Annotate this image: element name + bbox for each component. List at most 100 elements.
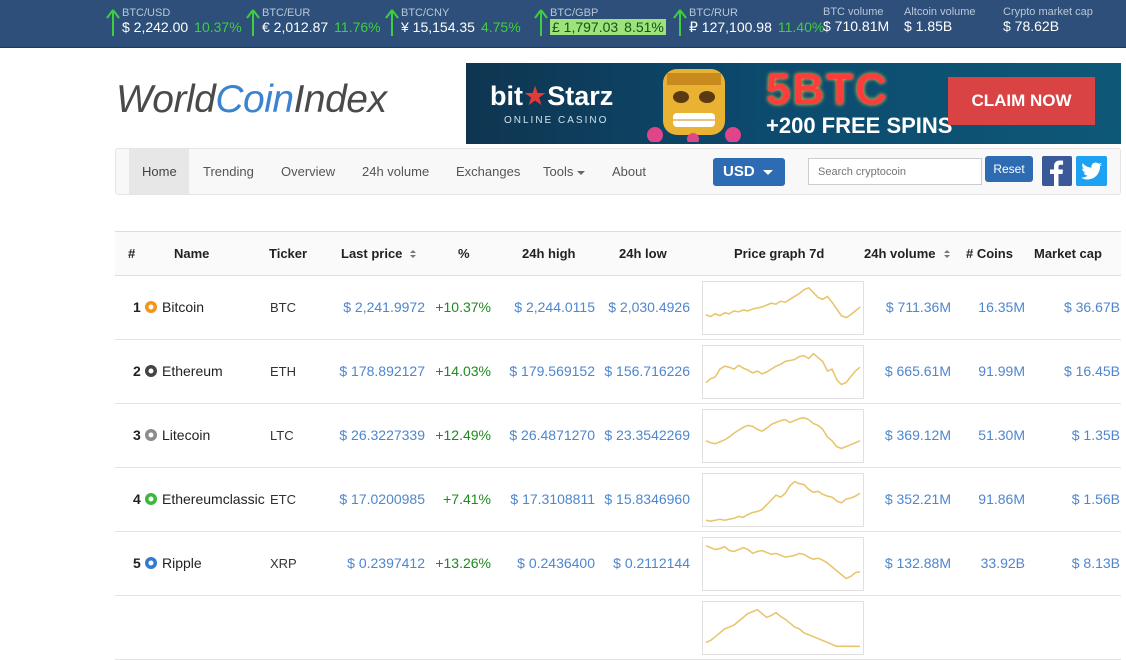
banner-brand-b: Starz <box>547 81 614 111</box>
price-sparkline[interactable] <box>702 409 864 463</box>
arrow-up-icon <box>246 9 260 36</box>
nav-trending[interactable]: Trending <box>203 149 254 194</box>
table-header: # Name Ticker Last price % 24h high 24h … <box>115 231 1121 276</box>
price-sparkline[interactable] <box>702 345 864 399</box>
cell-24h-low <box>590 596 690 659</box>
cell-name[interactable]: Ethereum <box>162 340 223 403</box>
bitcoin-icon <box>145 301 157 313</box>
ad-banner[interactable]: bit★Starz ONLINE CASINO 5BTC +200 FREE S… <box>466 63 1121 144</box>
cell-name[interactable]: Bitcoin <box>162 276 204 339</box>
ticker-label: BTC/CNY <box>401 7 450 19</box>
cell-24h-low: $ 0.2112144 <box>613 555 690 571</box>
search-input[interactable] <box>808 158 982 185</box>
sort-icon[interactable] <box>410 250 417 259</box>
cell-24h-low: $ 2,030.4926 <box>608 299 690 315</box>
ethereumclassic-icon <box>145 493 157 505</box>
th-24h-volume-label: 24h volume <box>864 246 936 261</box>
facebook-icon[interactable] <box>1042 156 1072 186</box>
banner-sub: ONLINE CASINO <box>504 115 609 126</box>
ticker-label: BTC/RUR <box>689 7 738 19</box>
cell-rank: 1 <box>133 299 141 315</box>
cell-rank: 2 <box>133 363 141 379</box>
cell-name[interactable]: Ripple <box>162 532 202 595</box>
th-coins[interactable]: # Coins <box>966 232 1013 276</box>
stat-label: BTC volume <box>823 6 884 18</box>
sort-icon[interactable] <box>943 250 950 259</box>
table-row[interactable]: 4 Ethereumclassic ETC $ 17.0200985 +7.41% $ 1… <box>115 468 1121 532</box>
cell-market-cap: $ 8.13B <box>1071 555 1120 571</box>
price-sparkline[interactable] <box>702 537 864 591</box>
reset-button[interactable]: Reset <box>985 156 1033 182</box>
th-ticker[interactable]: Ticker <box>269 232 307 276</box>
th-24h-volume[interactable]: 24h volume <box>864 232 950 276</box>
cell-coins: 91.99M <box>978 363 1025 379</box>
cell-last-price <box>325 596 425 659</box>
cell-24h-high: $ 0.2436400 <box>517 555 595 571</box>
cell-percent: +13.26% <box>435 555 491 571</box>
banner-offer-spins: +200 FREE SPINS <box>766 113 953 138</box>
tiki-mask-icon <box>647 69 741 142</box>
litecoin-icon <box>145 429 157 441</box>
nav-tools[interactable]: Tools <box>543 149 586 194</box>
ticker-label: BTC/USD <box>122 7 171 19</box>
cell-last-price: $ 26.3227339 <box>339 427 425 443</box>
cell-coins: 16.35M <box>978 299 1025 315</box>
ticker-bar: BTC/USD $ 2,242.00 10.37% BTC/EUR € 2,012… <box>0 0 1126 48</box>
nav-exchanges[interactable]: Exchanges <box>456 149 520 194</box>
sparkline-path <box>705 286 861 319</box>
claim-now-button[interactable]: CLAIM NOW <box>948 77 1095 125</box>
th-name[interactable]: Name <box>174 232 209 276</box>
table-row[interactable]: 3 Litecoin LTC $ 26.3227339 +12.49% $ 26.4871… <box>115 404 1121 468</box>
th-24h-low[interactable]: 24h low <box>619 232 667 276</box>
currency-label: USD <box>723 163 755 180</box>
price-sparkline[interactable] <box>702 473 864 527</box>
nav-24h-volume[interactable]: 24h volume <box>362 149 429 194</box>
th-last-price[interactable]: Last price <box>341 232 417 276</box>
logo-part-index: Index <box>293 78 387 121</box>
th-rank[interactable]: # <box>128 232 135 276</box>
cell-last-price: $ 17.0200985 <box>339 491 425 507</box>
site-logo[interactable]: WorldCoinIndex <box>116 78 387 122</box>
ticker-pct: 11.76% <box>334 19 381 35</box>
ticker-value: ₽ 127,100.98 <box>689 19 772 35</box>
cell-last-price: $ 178.892127 <box>339 363 425 379</box>
caret-down-icon <box>762 169 773 175</box>
ticker-pct: 8.51% <box>624 19 664 35</box>
price-sparkline[interactable] <box>702 601 864 655</box>
th-24h-high[interactable]: 24h high <box>522 232 575 276</box>
twitter-icon[interactable] <box>1076 156 1107 186</box>
table-row[interactable] <box>115 596 1121 660</box>
ticker-label: BTC/EUR <box>262 7 311 19</box>
cell-24h-low: $ 23.3542269 <box>604 427 690 443</box>
arrow-up-icon <box>106 9 120 36</box>
ticker-label: BTC/GBP <box>550 7 599 19</box>
cell-coins: 51.30M <box>978 427 1025 443</box>
sparkline-path <box>705 480 861 522</box>
cell-last-price: $ 0.2397412 <box>347 555 425 571</box>
cell-coins <box>945 596 1025 659</box>
caret-down-icon <box>577 170 586 175</box>
currency-dropdown[interactable]: USD <box>713 158 785 186</box>
cell-coins: 33.92B <box>980 555 1025 571</box>
price-sparkline[interactable] <box>702 281 864 335</box>
nav-tools-label: Tools <box>543 164 574 179</box>
nav-overview[interactable]: Overview <box>281 149 335 194</box>
nav-about[interactable]: About <box>612 149 646 194</box>
table-row[interactable]: 5 Ripple XRP $ 0.2397412 +13.26% $ 0.2436400 $… <box>115 532 1121 596</box>
nav-home[interactable]: Home <box>129 149 189 194</box>
sparkline-path <box>705 416 861 450</box>
cell-name[interactable]: Ethereumclassic <box>162 468 265 531</box>
cell-name[interactable]: Litecoin <box>162 404 210 467</box>
cell-ticker: LTC <box>270 428 294 443</box>
cell-24h-low: $ 15.8346960 <box>604 491 690 507</box>
ticker-pct: 10.37% <box>194 19 242 35</box>
table-row[interactable]: 1 Bitcoin BTC $ 2,241.9972 +10.37% $ 2,244.01… <box>115 276 1121 340</box>
table-row[interactable]: 2 Ethereum ETH $ 178.892127 +14.03% $ 179.569… <box>115 340 1121 404</box>
banner-offer-btc: 5BTC <box>766 65 889 114</box>
arrow-up-icon <box>673 9 687 36</box>
stat-value: $ 710.81M <box>823 18 890 34</box>
th-market-cap[interactable]: Market cap <box>1034 232 1102 276</box>
stat-label: Crypto market cap <box>1003 6 1093 18</box>
ticker-value: $ 2,242.00 <box>122 19 189 35</box>
th-percent[interactable]: % <box>458 232 470 276</box>
